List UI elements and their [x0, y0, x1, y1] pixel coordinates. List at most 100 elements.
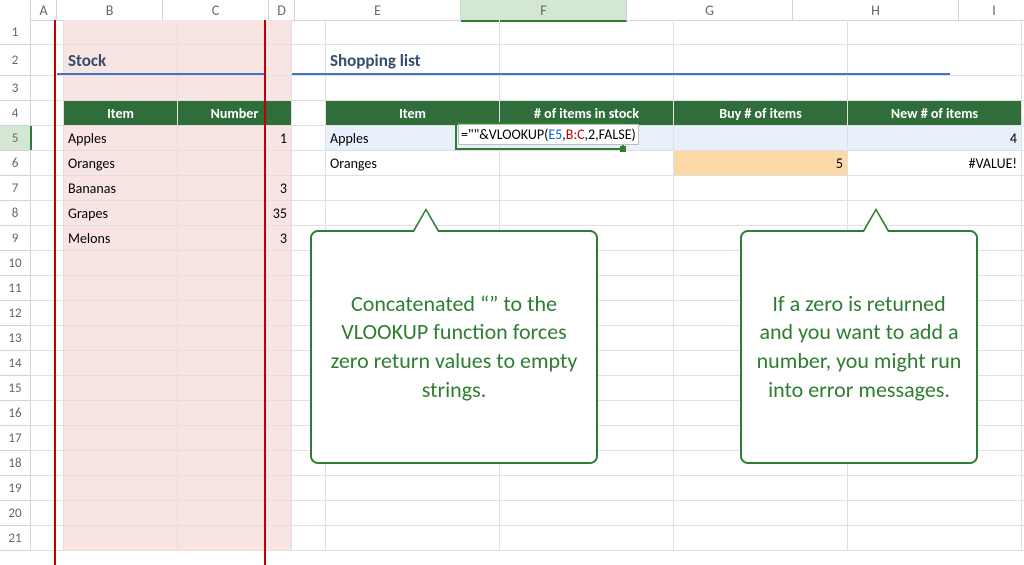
cell-G20[interactable] [674, 501, 848, 526]
row-header-21[interactable]: 21 [0, 526, 31, 551]
row-header-4[interactable]: 4 [0, 101, 31, 126]
cell-E3[interactable] [326, 76, 500, 101]
cell-B8[interactable]: Grapes [64, 201, 178, 226]
cell-E6[interactable]: Oranges [326, 151, 500, 176]
cell-F2[interactable] [500, 45, 674, 76]
cell-C8[interactable]: 35 [178, 201, 292, 226]
row-header-12[interactable]: 12 [0, 301, 31, 326]
cell-A21[interactable] [30, 526, 64, 551]
cell-D3[interactable] [292, 76, 326, 101]
cell-B14[interactable] [64, 351, 178, 376]
cell-H19[interactable] [848, 476, 1022, 501]
cell-C5[interactable]: 1 [178, 126, 292, 151]
cell-F8[interactable] [500, 201, 674, 226]
cell-B4[interactable]: Item [64, 101, 178, 126]
cell-E19[interactable] [326, 476, 500, 501]
cell-H21[interactable] [848, 526, 1022, 551]
cell-B9[interactable]: Melons [64, 226, 178, 251]
cell-B12[interactable] [64, 301, 178, 326]
row-header-19[interactable]: 19 [0, 476, 31, 501]
col-header-G[interactable]: G [627, 0, 793, 21]
cell-C11[interactable] [178, 276, 292, 301]
row-header-17[interactable]: 17 [0, 426, 31, 451]
cell-F6[interactable] [500, 151, 674, 176]
cell-A10[interactable] [30, 251, 64, 276]
row-header-20[interactable]: 20 [0, 501, 31, 526]
row-header-1[interactable]: 1 [0, 20, 31, 45]
cell-C19[interactable] [178, 476, 292, 501]
cell-A18[interactable] [30, 451, 64, 476]
cell-F4[interactable]: # of items in stock [500, 101, 674, 126]
row-header-18[interactable]: 18 [0, 451, 31, 476]
cell-B21[interactable] [64, 526, 178, 551]
cell-B1[interactable] [64, 20, 178, 45]
cell-C21[interactable] [178, 526, 292, 551]
cell-B15[interactable] [64, 376, 178, 401]
col-header-A[interactable]: A [31, 0, 57, 21]
col-header-E[interactable]: E [295, 0, 461, 21]
cell-D1[interactable] [292, 20, 326, 45]
row-header-9[interactable]: 9 [0, 226, 31, 251]
cell-B13[interactable] [64, 326, 178, 351]
cell-A15[interactable] [30, 376, 64, 401]
cell-H20[interactable] [848, 501, 1022, 526]
cell-B16[interactable] [64, 401, 178, 426]
cell-D5[interactable] [292, 126, 326, 151]
cell-A6[interactable] [30, 151, 64, 176]
cell-F7[interactable] [500, 176, 674, 201]
cell-G6[interactable]: 5 [674, 151, 848, 176]
cell-C14[interactable] [178, 351, 292, 376]
row-header-3[interactable]: 3 [0, 76, 31, 101]
cell-D6[interactable] [292, 151, 326, 176]
col-header-B[interactable]: B [57, 0, 163, 21]
cell-E7[interactable] [326, 176, 500, 201]
cell-C7[interactable]: 3 [178, 176, 292, 201]
cell-A17[interactable] [30, 426, 64, 451]
cell-E1[interactable] [326, 20, 500, 45]
cell-D19[interactable] [292, 476, 326, 501]
cell-A9[interactable] [30, 226, 64, 251]
cell-G19[interactable] [674, 476, 848, 501]
row-header-8[interactable]: 8 [0, 201, 31, 226]
cell-A11[interactable] [30, 276, 64, 301]
cell-B3[interactable] [64, 76, 178, 101]
cell-C15[interactable] [178, 376, 292, 401]
cell-F3[interactable] [500, 76, 674, 101]
row-header-7[interactable]: 7 [0, 176, 31, 201]
row-header-13[interactable]: 13 [0, 326, 31, 351]
cell-A4[interactable] [30, 101, 64, 126]
cell-H7[interactable] [848, 176, 1022, 201]
row-header-15[interactable]: 15 [0, 376, 31, 401]
cell-G2[interactable] [674, 45, 848, 76]
cell-B20[interactable] [64, 501, 178, 526]
cell-G21[interactable] [674, 526, 848, 551]
cell-C3[interactable] [178, 76, 292, 101]
cell-G8[interactable] [674, 201, 848, 226]
cell-C6[interactable] [178, 151, 292, 176]
cell-C20[interactable] [178, 501, 292, 526]
cell-C13[interactable] [178, 326, 292, 351]
cell-A2[interactable] [30, 45, 64, 76]
corner-cell[interactable] [0, 0, 31, 21]
cell-D21[interactable] [292, 526, 326, 551]
cell-B17[interactable] [64, 426, 178, 451]
col-header-H[interactable]: H [793, 0, 959, 21]
cell-A20[interactable] [30, 501, 64, 526]
cell-D8[interactable] [292, 201, 326, 226]
cell-B6[interactable]: Oranges [64, 151, 178, 176]
cell-H6[interactable]: #VALUE! [848, 151, 1022, 176]
row-header-10[interactable]: 10 [0, 251, 31, 276]
cell-D2[interactable] [292, 45, 326, 76]
cell-E20[interactable] [326, 501, 500, 526]
col-header-F[interactable]: F [461, 0, 627, 22]
row-header-5[interactable]: 5 [0, 126, 32, 151]
row-header-11[interactable]: 11 [0, 276, 31, 301]
cell-C10[interactable] [178, 251, 292, 276]
row-header-2[interactable]: 2 [0, 45, 31, 76]
cell-D4[interactable] [292, 101, 326, 126]
cell-C1[interactable] [178, 20, 292, 45]
cell-A13[interactable] [30, 326, 64, 351]
cell-F21[interactable] [500, 526, 674, 551]
cell-H3[interactable] [848, 76, 1022, 101]
cell-E4[interactable]: Item [326, 101, 500, 126]
